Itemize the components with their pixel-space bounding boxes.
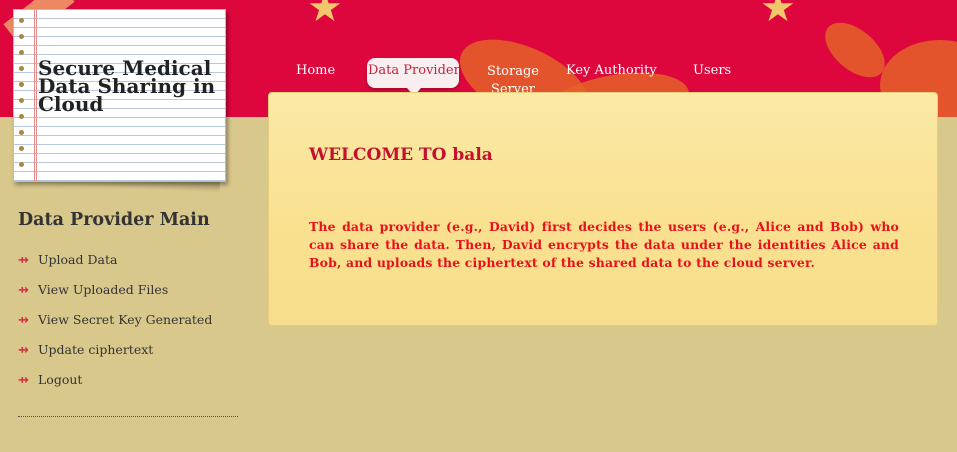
arrow-bullet-icon: ⇸: [18, 283, 29, 298]
sidebar-item-label: Update ciphertext: [38, 342, 154, 357]
content-panel: WELCOME TO bala The data provider (e.g.,…: [268, 92, 938, 326]
nav-data-provider[interactable]: Data Provider: [368, 63, 460, 78]
site-logo: Secure Medical Data Sharing in Cloud: [13, 9, 226, 182]
sidebar-item-view-uploaded-files[interactable]: ⇸ View Uploaded Files: [18, 282, 168, 302]
sidebar-item-label: Logout: [38, 372, 83, 387]
welcome-heading: WELCOME TO bala: [309, 145, 493, 165]
sidebar-item-label: View Secret Key Generated: [38, 312, 213, 327]
sidebar-item-logout[interactable]: ⇸ Logout: [18, 372, 82, 392]
sidebar-item-update-ciphertext[interactable]: ⇸ Update ciphertext: [18, 342, 153, 362]
sidebar-item-upload-data[interactable]: ⇸ Upload Data: [18, 252, 117, 272]
sidebar-title: Data Provider Main: [18, 210, 210, 230]
nav-users[interactable]: Users: [693, 63, 731, 78]
binder-holes: [19, 18, 24, 178]
nav-home[interactable]: Home: [296, 63, 335, 78]
sidebar-item-label: View Uploaded Files: [38, 282, 169, 297]
sidebar-item-label: Upload Data: [38, 252, 118, 267]
nav-key-authority[interactable]: Key Authority: [566, 63, 657, 78]
margin-line: [36, 10, 37, 181]
sidebar-divider: [18, 416, 238, 417]
arrow-bullet-icon: ⇸: [18, 253, 29, 268]
star-icon: ★: [760, 0, 796, 31]
site-title: Secure Medical Data Sharing in Cloud: [38, 56, 216, 116]
arrow-bullet-icon: ⇸: [18, 373, 29, 388]
sidebar-item-view-secret-key[interactable]: ⇸ View Secret Key Generated: [18, 312, 212, 332]
arrow-bullet-icon: ⇸: [18, 343, 29, 358]
description-text: The data provider (e.g., David) first de…: [309, 219, 899, 270]
margin-line: [34, 10, 35, 181]
star-icon: ★: [307, 0, 343, 31]
arrow-bullet-icon: ⇸: [18, 313, 29, 328]
